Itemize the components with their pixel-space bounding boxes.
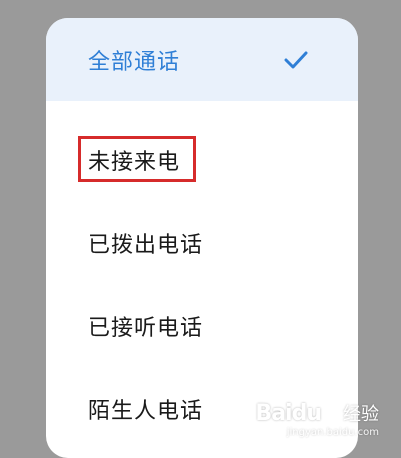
baidu-watermark: Baidu 经验 jingyan.baidu.com — [255, 400, 379, 439]
call-filter-menu: 全部通话 未接来电 已拨出电话 已接听电话 陌生人电话 — [46, 18, 358, 458]
paw-icon — [325, 406, 339, 420]
menu-item-label: 全部通话 — [88, 49, 181, 75]
menu-item-label: 已拨出电话 — [88, 232, 204, 258]
highlight-annotation-box — [78, 136, 196, 182]
watermark-tail: 经验 — [343, 404, 379, 425]
menu-item-label: 已接听电话 — [88, 315, 204, 341]
baidu-logo: Baidu — [255, 400, 322, 426]
menu-item-label: 陌生人电话 — [88, 398, 204, 424]
menu-item-incoming-calls[interactable]: 已接听电话 — [46, 284, 358, 367]
watermark-sub: jingyan.baidu.com — [286, 427, 379, 438]
menu-item-outgoing-calls[interactable]: 已拨出电话 — [46, 201, 358, 284]
checkmark-icon — [284, 51, 308, 68]
menu-item-all-calls[interactable]: 全部通话 — [46, 18, 358, 101]
